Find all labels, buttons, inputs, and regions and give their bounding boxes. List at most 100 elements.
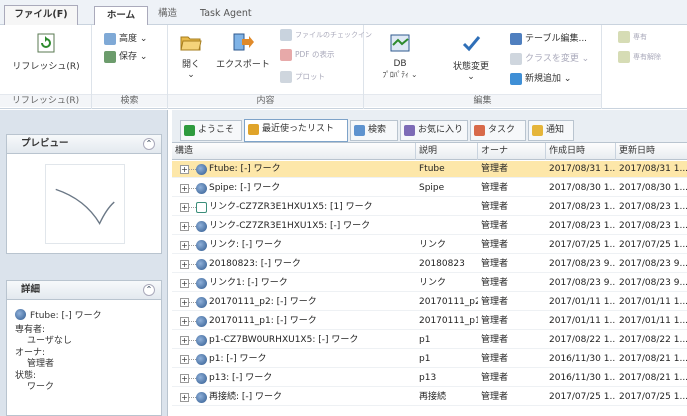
col-description[interactable]: 説明 bbox=[416, 143, 478, 160]
db-properties-button[interactable]: DB ﾌﾟﾛﾊﾟﾃｨ ⌄ bbox=[382, 33, 418, 80]
advanced-label: 高度 ⌄ bbox=[119, 34, 148, 44]
table-row[interactable]: +20180823: [-] ワーク 20180823 管理者 2017/08/23 … bbox=[172, 256, 687, 273]
expand-icon[interactable]: + bbox=[180, 393, 189, 402]
table-row[interactable]: + p1-CZ7BW0URHXU1X5: [-] ワーク p1 管理者 2017/08/… bbox=[172, 332, 687, 349]
saved-search-button[interactable]: 保存 ⌄ bbox=[104, 49, 147, 63]
group-label-search: 検索 bbox=[92, 94, 167, 107]
part-icon bbox=[196, 221, 207, 232]
link-item-icon bbox=[196, 202, 207, 213]
tab-structure[interactable]: 構造 bbox=[150, 5, 185, 25]
table-row[interactable]: + p1: [-] ワーク p1 管理者 2016/11/30 1... 2017/08/… bbox=[172, 351, 687, 368]
preview-collapse-icon[interactable]: ⌃ bbox=[143, 138, 155, 150]
row-created: 2017/08/23 9... bbox=[549, 259, 616, 269]
tab-task-agent[interactable]: Task Agent bbox=[192, 5, 260, 25]
tree-connector bbox=[189, 169, 196, 170]
expand-icon[interactable]: + bbox=[180, 374, 189, 383]
reserve-button[interactable]: 専有 bbox=[618, 31, 647, 43]
unreserve-button[interactable]: 専有解除 bbox=[618, 51, 661, 63]
row-structure-name: 20170111_p1: [-] ワーク bbox=[209, 316, 317, 326]
expand-icon[interactable]: + bbox=[180, 298, 189, 307]
ribbon-tab-bar: ファイル(F) ホーム 構造 Task Agent bbox=[0, 0, 687, 26]
row-created: 2017/01/11 1... bbox=[549, 297, 616, 307]
row-description: p1 bbox=[419, 354, 431, 364]
tab-favorites[interactable]: お気に入り bbox=[400, 120, 468, 141]
recent-list-icon bbox=[248, 124, 259, 135]
part-icon bbox=[196, 392, 207, 403]
row-description: 再接続 bbox=[419, 392, 447, 402]
tab-favorites-label: お気に入り bbox=[418, 125, 464, 135]
table-row[interactable]: + リンク: [-] ワーク リンク 管理者 2017/07/25 1... 2017/0… bbox=[172, 237, 687, 254]
preview-thumbnail-icon bbox=[45, 164, 125, 244]
tab-recent-list[interactable]: 最近使ったリスト bbox=[244, 119, 348, 142]
col-structure[interactable]: 構造 bbox=[172, 143, 416, 160]
new-add-icon bbox=[510, 72, 522, 85]
left-panel: プレビュー ⌃ 詳細 ⌃ Ftube: [-] ワーク 専有者: ユーザなし オ… bbox=[0, 110, 168, 416]
expand-icon[interactable]: + bbox=[180, 317, 189, 326]
table-edit-button[interactable]: テーブル編集... bbox=[510, 31, 587, 45]
ribbon-group-reserve: 専有 専有解除 bbox=[602, 25, 687, 109]
col-created[interactable]: 作成日時 bbox=[546, 143, 616, 160]
table-row[interactable]: + Ftube: [-] ワーク Ftube 管理者 2017/08/31 1... 20… bbox=[172, 161, 687, 178]
expand-icon[interactable]: + bbox=[180, 165, 189, 174]
row-updated: 2017/08/22 1... bbox=[619, 335, 687, 345]
expand-icon[interactable]: + bbox=[180, 184, 189, 193]
table-row[interactable]: + リンク-CZ7ZR3E1HXU1X5: [-] ワーク 管理者 2017/08/2… bbox=[172, 218, 687, 235]
saved-label: 保存 ⌄ bbox=[119, 52, 148, 62]
ribbon-group-refresh: リフレッシュ(R) リフレッシュ(R) bbox=[0, 25, 92, 109]
table-row[interactable]: + 再接続: [-] ワーク 再接続 管理者 2017/07/25 1... 2017/0… bbox=[172, 389, 687, 406]
tab-file[interactable]: ファイル(F) bbox=[4, 5, 78, 25]
detail-collapse-icon[interactable]: ⌃ bbox=[143, 284, 155, 296]
table-row[interactable]: + リンク-CZ7ZR3E1HXU1X5: [1] ワーク 管理者 2017/08/2… bbox=[172, 199, 687, 216]
col-owner[interactable]: オーナ bbox=[478, 143, 546, 160]
table-row[interactable]: +20170111_p2: [-] ワーク 20170111_p2 管理者 2017/… bbox=[172, 294, 687, 311]
table-row[interactable]: + p13: [-] ワーク p13 管理者 2016/11/30 1... 2017/0… bbox=[172, 370, 687, 387]
state-change-label: 状態変更 bbox=[452, 62, 489, 72]
tab-notify[interactable]: 通知 bbox=[528, 120, 574, 141]
new-add-label: 新規追加 ⌄ bbox=[525, 74, 572, 84]
table-row[interactable]: +20170111_p1: [-] ワーク 20170111_p1 管理者 2017/… bbox=[172, 313, 687, 330]
plot-button[interactable]: プロット bbox=[280, 71, 325, 83]
col-updated[interactable]: 更新日時 bbox=[616, 143, 687, 160]
tab-home[interactable]: ホーム bbox=[94, 6, 148, 26]
refresh-button[interactable]: リフレッシュ(R) bbox=[4, 33, 88, 72]
advanced-search-button[interactable]: 高度 ⌄ bbox=[104, 31, 147, 45]
tab-search[interactable]: 検索 bbox=[350, 120, 398, 141]
class-icon bbox=[510, 52, 522, 65]
expand-icon[interactable]: + bbox=[180, 241, 189, 250]
row-description: p13 bbox=[419, 373, 437, 383]
row-owner: 管理者 bbox=[481, 354, 509, 364]
checkin-icon bbox=[280, 29, 292, 41]
open-button[interactable]: 開く ⌄ bbox=[176, 33, 206, 80]
part-icon bbox=[15, 309, 26, 320]
row-owner: 管理者 bbox=[481, 335, 509, 345]
expand-icon[interactable]: + bbox=[180, 279, 189, 288]
pdf-view-button[interactable]: PDF の表示 bbox=[280, 49, 335, 61]
row-owner: 管理者 bbox=[481, 278, 509, 288]
ribbon-group-edit: DB ﾌﾟﾛﾊﾟﾃｨ ⌄ 状態変更 ⌄ テーブル編集... クラスを変更 ⌄ 新… bbox=[364, 25, 602, 109]
class-change-button[interactable]: クラスを変更 ⌄ bbox=[510, 51, 589, 65]
export-icon bbox=[233, 33, 254, 51]
row-structure-name: p1-CZ7BW0URHXU1X5: [-] ワーク bbox=[209, 335, 359, 345]
row-updated: 2017/08/21 1... bbox=[619, 354, 687, 364]
tab-task-label: タスク bbox=[488, 125, 516, 135]
row-structure-name: Ftube: [-] ワーク bbox=[209, 164, 281, 174]
row-description bbox=[416, 218, 478, 235]
tab-welcome[interactable]: ようこそ bbox=[180, 120, 242, 141]
table-edit-label: テーブル編集... bbox=[525, 34, 588, 44]
expand-icon[interactable]: + bbox=[180, 355, 189, 364]
expand-icon[interactable]: + bbox=[180, 260, 189, 269]
class-change-label: クラスを変更 ⌄ bbox=[525, 54, 590, 64]
table-row[interactable]: + リンク1: [-] ワーク リンク 管理者 2017/08/23 9... 2017/… bbox=[172, 275, 687, 292]
new-add-button[interactable]: 新規追加 ⌄ bbox=[510, 71, 571, 85]
unreserve-label: 専有解除 bbox=[633, 53, 661, 61]
state-change-button[interactable]: 状態変更 ⌄ bbox=[448, 33, 494, 82]
expand-icon[interactable]: + bbox=[180, 203, 189, 212]
expand-icon[interactable]: + bbox=[180, 222, 189, 231]
tree-connector bbox=[189, 359, 196, 360]
export-button[interactable]: エクスポート bbox=[210, 33, 276, 70]
expand-icon[interactable]: + bbox=[180, 336, 189, 345]
table-row[interactable]: + Spipe: [-] ワーク Spipe 管理者 2017/08/30 1... 20… bbox=[172, 180, 687, 197]
file-checkin-button[interactable]: ファイルのチェックイン bbox=[280, 29, 372, 41]
tab-task[interactable]: タスク bbox=[470, 120, 526, 141]
tab-welcome-label: ようこそ bbox=[198, 125, 235, 135]
